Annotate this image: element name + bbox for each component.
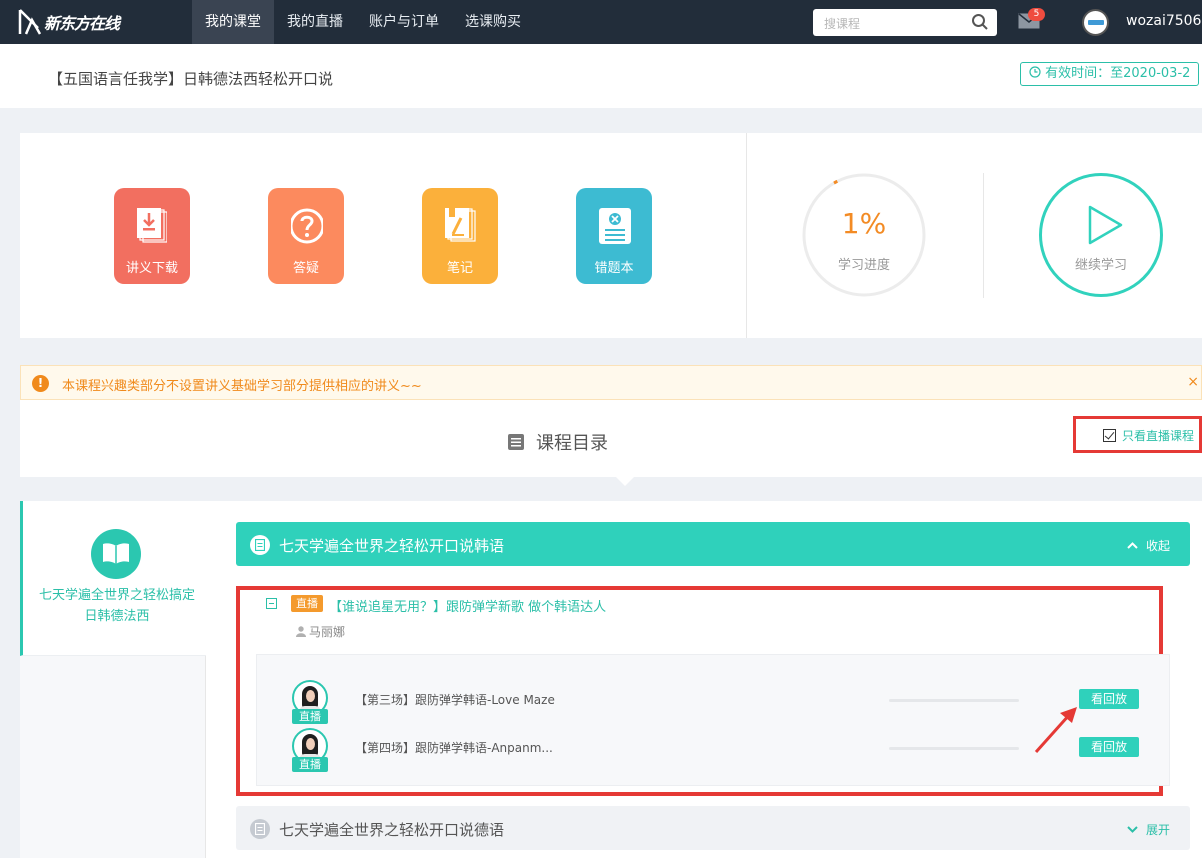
divider	[983, 173, 984, 298]
nav-item-account-orders[interactable]: 账户与订单	[356, 0, 452, 44]
handout-download-button[interactable]: 讲义下载	[114, 188, 190, 284]
user-icon	[296, 626, 306, 637]
play-icon	[1088, 205, 1123, 245]
expand-label: 展开	[1145, 823, 1170, 837]
username[interactable]: wozai7506	[1126, 13, 1201, 29]
session-title[interactable]: 【第三场】跟防弹学韩语-Love Maze	[355, 691, 555, 708]
session-progress-bar	[889, 747, 1019, 750]
logo-text: 新东方在线	[44, 14, 120, 33]
notes-button[interactable]: 笔记	[422, 188, 498, 284]
notice-banner: ! 本课程兴趣类部分不设置讲义基础学习部分提供相应的讲义~~ ×	[20, 365, 1202, 400]
tool-label: 笔记	[446, 261, 473, 276]
chapter-title: 七天学遍全世界之轻松开口说德语	[279, 821, 505, 839]
teacher-name: 马丽娜	[309, 625, 346, 639]
annotation-highlight-box	[1073, 416, 1202, 453]
tool-label: 答疑	[292, 261, 319, 276]
catalog-title-text: 课程目录	[536, 433, 608, 454]
clock-icon	[1029, 66, 1041, 78]
collapse-button[interactable]: 收起	[1127, 537, 1170, 554]
session-title[interactable]: 【第四场】跟防弹学韩语-Anpanm...	[355, 739, 553, 756]
live-tag: 直播	[291, 595, 323, 612]
chevron-up-icon	[1127, 542, 1138, 549]
continue-learning-button[interactable]: 继续学习	[1039, 173, 1163, 297]
search-input[interactable]: 搜课程	[813, 9, 997, 36]
mail-count-badge: 5	[1028, 8, 1045, 21]
user-avatar[interactable]	[1082, 9, 1109, 36]
watch-replay-button[interactable]: 看回放	[1079, 737, 1139, 757]
question-icon	[291, 208, 323, 244]
watch-replay-button[interactable]: 看回放	[1079, 689, 1139, 709]
notebook-icon	[445, 208, 476, 242]
qa-button[interactable]: 答疑	[268, 188, 344, 284]
nav-item-buy-courses[interactable]: 选课购买	[452, 0, 534, 44]
error-book-button[interactable]: 错题本	[576, 188, 652, 284]
tools-panel: 讲义下载 答疑 笔记 错题本 1% 学习进度 继续学习	[20, 133, 1202, 338]
session-live-tag: 直播	[292, 757, 328, 772]
progress-percent: 1%	[841, 207, 887, 240]
book-icon	[91, 529, 141, 579]
notice-text: 本课程兴趣类部分不设置讲义基础学习部分提供相应的讲义~~	[62, 379, 422, 394]
doc-icon	[250, 819, 270, 839]
course-sidebar: 七天学遍全世界之轻松搞定日韩德法西	[20, 501, 206, 858]
tool-label: 错题本	[594, 261, 634, 276]
error-book-icon	[599, 208, 631, 244]
logo-icon	[18, 9, 42, 35]
doc-icon	[250, 535, 270, 555]
catalog-title: 课程目录	[508, 429, 608, 455]
session-progress-bar	[889, 699, 1019, 702]
teacher: 马丽娜	[296, 623, 345, 640]
close-icon[interactable]: ×	[1187, 374, 1199, 390]
progress-label: 学习进度	[837, 258, 890, 273]
nav-item-my-classroom[interactable]: 我的课堂	[192, 0, 274, 44]
download-doc-icon	[137, 208, 167, 243]
main-nav: 我的课堂 我的直播 账户与订单 选课购买	[192, 0, 534, 44]
warning-icon: !	[32, 375, 49, 392]
course-title: 【五国语言任我学】日韩德法西轻松开口说	[48, 70, 334, 88]
search-icon[interactable]	[971, 13, 989, 31]
chapter-header-german[interactable]: 七天学遍全世界之轻松开口说德语 展开	[236, 806, 1190, 850]
divider	[746, 133, 747, 338]
continue-label: 继续学习	[1074, 258, 1127, 273]
search-placeholder: 搜课程	[824, 17, 861, 31]
valid-time-badge: 有效时间：至2020-03-2	[1020, 62, 1200, 86]
top-nav: 新东方在线 我的课堂 我的直播 账户与订单 选课购买 搜课程 5 wozai75…	[0, 0, 1202, 44]
tool-label: 讲义下载	[125, 261, 178, 276]
expand-button[interactable]: 展开	[1127, 821, 1170, 838]
sidebar-item-active[interactable]: 七天学遍全世界之轻松搞定日韩德法西	[20, 501, 206, 656]
list-icon	[508, 434, 524, 450]
logo[interactable]: 新东方在线	[18, 6, 120, 38]
chapter-title: 七天学遍全世界之轻松开口说韩语	[279, 537, 505, 555]
chevron-down-icon	[1127, 826, 1138, 833]
annotation-arrow	[1034, 707, 1077, 754]
valid-time-text: 有效时间：至2020-03-2	[1045, 66, 1191, 81]
collapse-label: 收起	[1145, 539, 1170, 553]
nav-item-my-live[interactable]: 我的直播	[274, 0, 356, 44]
collapse-lesson-icon[interactable]	[266, 598, 277, 609]
lesson-title[interactable]: 【谁说追星无用？】跟防弹学新歌 做个韩语达人	[329, 596, 606, 615]
catalog-header: 课程目录 只看直播课程	[20, 400, 1202, 486]
sidebar-item-label: 七天学遍全世界之轻松搞定日韩德法西	[38, 588, 195, 624]
session-live-tag: 直播	[292, 709, 328, 724]
chapter-header-korean[interactable]: 七天学遍全世界之轻松开口说韩语 收起	[236, 522, 1190, 566]
catalog-notch	[616, 477, 634, 486]
course-title-bar: 【五国语言任我学】日韩德法西轻松开口说 有效时间：至2020-03-2	[0, 44, 1202, 108]
sidebar-empty-area	[20, 656, 206, 858]
